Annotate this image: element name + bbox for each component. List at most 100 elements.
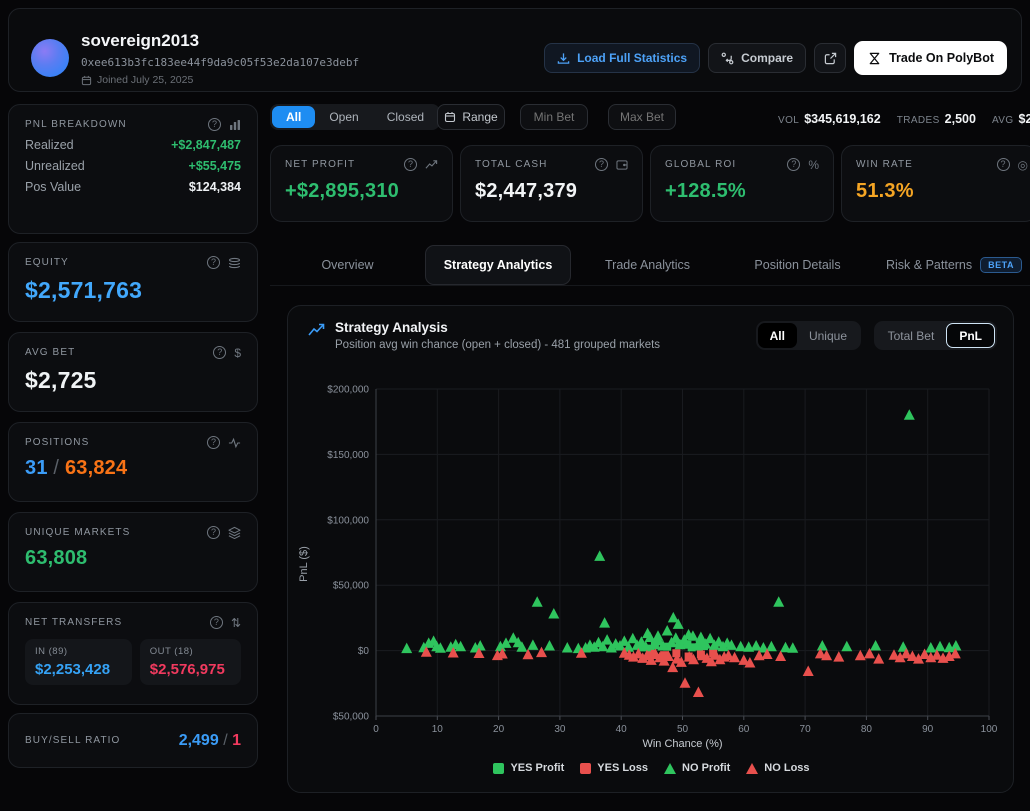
x-tick-label: 20 xyxy=(493,724,505,735)
toggle-pnl[interactable]: PnL xyxy=(946,323,995,348)
help-icon[interactable]: ? xyxy=(213,346,226,359)
pos-value-value: $124,384 xyxy=(189,180,241,194)
x-tick-label: 80 xyxy=(861,724,873,735)
vol-value: $345,619,162 xyxy=(804,112,880,126)
x-tick-label: 0 xyxy=(373,724,379,735)
data-point-no-profit[interactable] xyxy=(787,642,798,653)
tab-risk-patterns[interactable]: Risk & Patterns BETA xyxy=(878,245,1030,285)
y-tick-label: $200,000 xyxy=(327,385,369,396)
compare-button[interactable]: Compare xyxy=(708,43,806,73)
chart-legend: YES ProfitYES LossNO ProfitNO Loss xyxy=(288,762,1015,774)
help-icon[interactable]: ? xyxy=(404,158,417,171)
y-tick-label: $0 xyxy=(358,646,370,657)
data-point-no-loss[interactable] xyxy=(855,650,866,661)
data-point-no-profit[interactable] xyxy=(544,640,555,651)
external-link-button[interactable] xyxy=(814,43,846,73)
data-point-no-profit[interactable] xyxy=(817,640,828,651)
load-full-statistics-button[interactable]: Load Full Statistics xyxy=(544,43,700,73)
joined-date: Joined July 25, 2025 xyxy=(97,74,193,86)
min-bet-input[interactable] xyxy=(521,109,587,125)
help-icon[interactable]: ? xyxy=(997,158,1010,171)
data-point-no-profit[interactable] xyxy=(401,643,412,654)
win-rate-label: WIN RATE xyxy=(856,159,913,170)
data-point-no-profit[interactable] xyxy=(870,640,881,651)
buy-sell-ratio-title: BUY/SELL RATIO xyxy=(25,735,120,746)
polybot-logo-icon xyxy=(867,51,882,66)
range-button[interactable]: Range xyxy=(437,104,505,130)
net-profit-label: NET PROFIT xyxy=(285,159,355,170)
buy-sell-ratio-value: 2,499 / 1 xyxy=(179,732,241,750)
max-bet-input[interactable] xyxy=(609,109,675,125)
toggle-unique[interactable]: Unique xyxy=(797,323,859,348)
equity-title: EQUITY xyxy=(25,257,69,268)
tabs-divider xyxy=(270,285,1030,286)
data-point-no-profit[interactable] xyxy=(562,642,573,653)
help-icon[interactable]: ? xyxy=(595,158,608,171)
data-point-no-profit[interactable] xyxy=(527,639,538,650)
unique-markets-title: UNIQUE MARKETS xyxy=(25,527,130,538)
data-point-no-loss[interactable] xyxy=(803,666,814,677)
total-cash-label: TOTAL CASH xyxy=(475,159,548,170)
compare-label: Compare xyxy=(741,51,793,65)
help-icon[interactable]: ? xyxy=(207,436,220,449)
data-point-no-profit[interactable] xyxy=(548,608,559,619)
net-transfers-card: NET TRANSFERS ? ⇅ IN (89) $2,253,428 OUT… xyxy=(8,602,258,705)
equity-card: EQUITY ? $2,571,763 xyxy=(8,242,258,322)
tab-trade-analytics[interactable]: Trade Analytics xyxy=(585,245,710,285)
tab-overview[interactable]: Overview xyxy=(290,245,405,285)
x-tick-label: 10 xyxy=(432,724,444,735)
avg-bet-value: $2,725 xyxy=(25,367,241,394)
ratio-separator: / xyxy=(223,732,227,749)
pnl-row-unrealized: Unrealized +$55,475 xyxy=(25,159,241,173)
data-point-no-loss[interactable] xyxy=(833,651,844,662)
max-bet-field xyxy=(608,104,676,130)
target-icon: ◎ xyxy=(1018,159,1028,171)
help-icon[interactable]: ? xyxy=(210,616,223,629)
legend-item-no-loss: NO Loss xyxy=(746,762,809,774)
load-full-statistics-label: Load Full Statistics xyxy=(577,51,687,65)
help-icon[interactable]: ? xyxy=(787,158,800,171)
toggle-total-bet[interactable]: Total Bet xyxy=(876,323,947,348)
filter-open[interactable]: Open xyxy=(315,106,372,128)
transfers-icon: ⇅ xyxy=(231,617,241,629)
data-point-no-profit[interactable] xyxy=(841,641,852,652)
wallet-address[interactable]: 0xee613b3fc183ee44f9da9c05f53e2da107e3de… xyxy=(81,56,359,69)
data-point-no-loss[interactable] xyxy=(693,687,704,698)
avg-value: $2,725 xyxy=(1019,112,1030,126)
data-point-no-loss[interactable] xyxy=(680,677,691,688)
transfers-out-value: $2,576,975 xyxy=(150,661,231,678)
data-point-no-profit[interactable] xyxy=(950,640,961,651)
x-axis-title: Win Chance (%) xyxy=(376,738,989,750)
realized-label: Realized xyxy=(25,138,74,152)
metric-toggle-group: Total Bet PnL xyxy=(874,321,997,350)
triangle-marker-icon xyxy=(664,763,676,774)
help-icon[interactable]: ? xyxy=(207,256,220,269)
data-point-no-profit[interactable] xyxy=(773,596,784,607)
data-point-no-profit[interactable] xyxy=(532,596,543,607)
global-roi-card: GLOBAL ROI ? % +128.5% xyxy=(650,145,834,222)
transfers-in-value: $2,253,428 xyxy=(35,661,122,678)
toggle-all[interactable]: All xyxy=(758,323,797,348)
external-link-icon xyxy=(824,52,837,65)
calendar-icon xyxy=(444,111,456,123)
data-point-no-profit[interactable] xyxy=(662,625,673,636)
filter-closed[interactable]: Closed xyxy=(373,106,438,128)
data-point-no-profit[interactable] xyxy=(599,617,610,628)
tab-strategy-analytics[interactable]: Strategy Analytics xyxy=(425,245,571,285)
help-icon[interactable]: ? xyxy=(207,526,220,539)
x-tick-label: 90 xyxy=(922,724,934,735)
data-point-no-profit[interactable] xyxy=(935,641,946,652)
win-rate-card: WIN RATE ? ◎ 51.3% xyxy=(841,145,1030,222)
trade-on-polybot-button[interactable]: Trade On PolyBot xyxy=(854,41,1007,75)
data-point-no-profit[interactable] xyxy=(904,409,915,420)
volume-summary-row: VOL$345,619,162 TRADES2,500 AVG$2,725 xyxy=(778,110,1030,128)
wallet-icon xyxy=(616,159,628,170)
tab-position-details[interactable]: Position Details xyxy=(735,245,860,285)
avatar[interactable] xyxy=(31,39,69,77)
x-tick-label: 50 xyxy=(677,724,689,735)
transfers-in-box: IN (89) $2,253,428 xyxy=(25,639,132,685)
data-point-no-profit[interactable] xyxy=(594,550,605,561)
filter-all[interactable]: All xyxy=(272,106,315,128)
transfers-in-label: IN (89) xyxy=(35,646,122,657)
help-icon[interactable]: ? xyxy=(208,118,221,131)
